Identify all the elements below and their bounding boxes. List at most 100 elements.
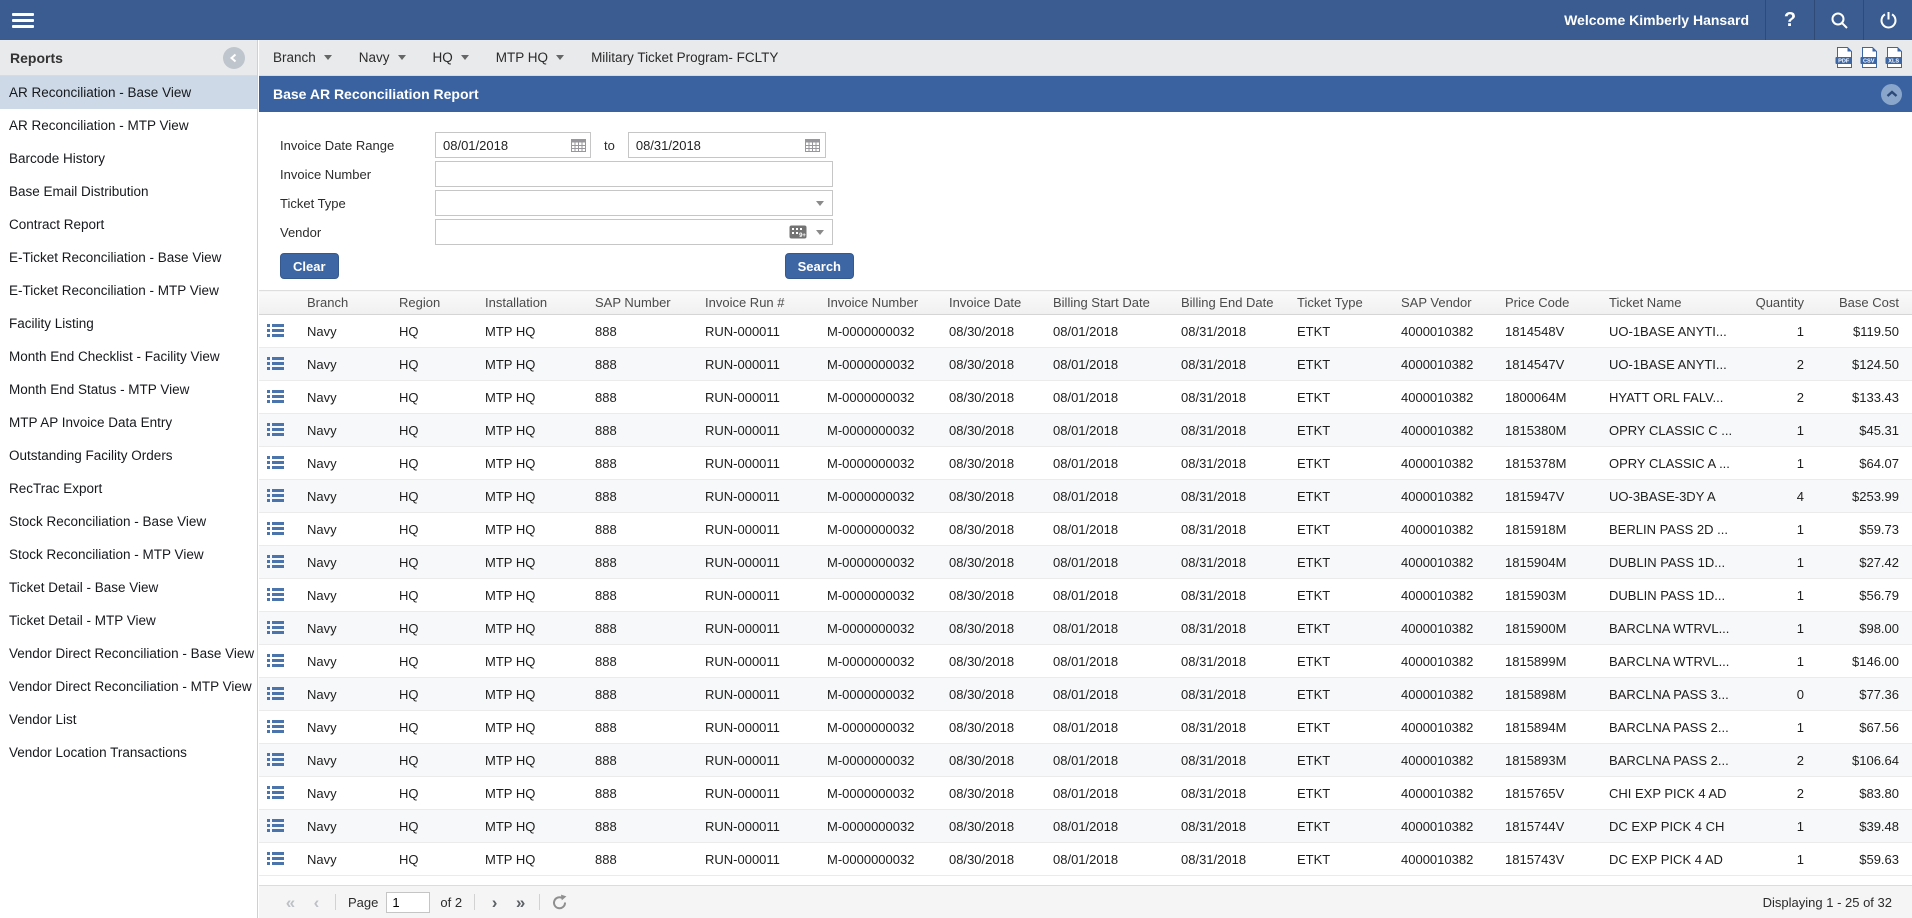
calendar-trigger[interactable] [801,133,825,157]
vendor-select[interactable]: 9+ [435,219,833,245]
invoice-date-from-input[interactable] [436,133,566,157]
row-menu-icon[interactable] [267,785,284,799]
row-menu-icon[interactable] [267,686,284,700]
table-row[interactable]: NavyHQMTP HQ888RUN-000011M-000000003208/… [259,810,1912,843]
ticket-type-select[interactable] [435,190,833,216]
sidebar-item[interactable]: Month End Status - MTP View [0,373,257,406]
sidebar-item[interactable]: Vendor Direct Reconciliation - Base View [0,637,257,670]
page-number-input[interactable] [386,892,430,913]
calendar-trigger[interactable] [566,133,590,157]
table-row[interactable]: NavyHQMTP HQ888RUN-000011M-000000003208/… [259,645,1912,678]
row-menu-icon[interactable] [267,554,284,568]
column-header[interactable]: Quantity [1733,291,1817,315]
search-button-form[interactable]: Search [785,253,854,279]
row-menu-icon[interactable] [267,323,284,337]
row-menu-icon[interactable] [267,356,284,370]
sidebar-item[interactable]: AR Reconciliation - Base View [0,76,257,109]
dropdown-trigger[interactable] [808,191,832,215]
clear-button[interactable]: Clear [280,253,339,279]
table-row[interactable]: NavyHQMTP HQ888RUN-000011M-000000003208/… [259,579,1912,612]
table-row[interactable]: NavyHQMTP HQ888RUN-000011M-000000003208/… [259,546,1912,579]
row-menu-icon[interactable] [267,653,284,667]
breadcrumb-item[interactable]: MTP HQ [496,50,564,65]
column-header[interactable]: SAP Vendor [1391,291,1495,315]
column-header[interactable]: Base Cost [1817,291,1912,315]
table-row[interactable]: NavyHQMTP HQ888RUN-000011M-000000003208/… [259,480,1912,513]
table-row[interactable]: NavyHQMTP HQ888RUN-000011M-000000003208/… [259,711,1912,744]
prev-page-button[interactable]: ‹ [303,894,329,911]
sidebar-item[interactable]: Stock Reconciliation - MTP View [0,538,257,571]
breadcrumb-item[interactable]: HQ [433,50,469,65]
sidebar-item[interactable]: Vendor List [0,703,257,736]
sidebar-item[interactable]: Vendor Direct Reconciliation - MTP View [0,670,257,703]
row-menu-icon[interactable] [267,587,284,601]
table-row[interactable]: NavyHQMTP HQ888RUN-000011M-000000003208/… [259,315,1912,348]
panel-collapse-button[interactable] [1881,84,1902,105]
csv-export-icon[interactable]: CSV [1860,47,1879,68]
table-row[interactable]: NavyHQMTP HQ888RUN-000011M-000000003208/… [259,678,1912,711]
row-menu-icon[interactable] [267,719,284,733]
invoice-date-to-input[interactable] [629,133,801,157]
column-header[interactable]: Invoice Number [817,291,939,315]
sidebar-item[interactable]: MTP AP Invoice Data Entry [0,406,257,439]
row-menu-icon[interactable] [267,488,284,502]
first-page-button[interactable]: « [277,894,303,911]
help-button[interactable]: ? [1766,0,1814,40]
invoice-number-input[interactable] [436,162,832,186]
column-header[interactable]: SAP Number [585,291,695,315]
column-header[interactable]: Invoice Date [939,291,1043,315]
column-header[interactable]: Region [389,291,475,315]
table-row[interactable]: NavyHQMTP HQ888RUN-000011M-000000003208/… [259,777,1912,810]
row-menu-icon[interactable] [267,455,284,469]
row-menu-icon[interactable] [267,851,284,865]
sidebar-item[interactable]: Outstanding Facility Orders [0,439,257,472]
row-menu-icon[interactable] [267,521,284,535]
row-menu-icon[interactable] [267,389,284,403]
column-header[interactable]: Billing End Date [1171,291,1287,315]
row-menu-icon[interactable] [267,620,284,634]
sidebar-item[interactable]: RecTrac Export [0,472,257,505]
row-menu-icon[interactable] [267,818,284,832]
sidebar-collapse-button[interactable] [223,47,245,69]
breadcrumb-item[interactable]: Navy [359,50,406,65]
row-menu-icon[interactable] [267,752,284,766]
sidebar-item[interactable]: E-Ticket Reconciliation - Base View [0,241,257,274]
table-row[interactable]: NavyHQMTP HQ888RUN-000011M-000000003208/… [259,744,1912,777]
sidebar-item[interactable]: Ticket Detail - MTP View [0,604,257,637]
table-row[interactable]: NavyHQMTP HQ888RUN-000011M-000000003208/… [259,447,1912,480]
dropdown-trigger[interactable] [808,220,832,244]
sidebar-item[interactable]: Month End Checklist - Facility View [0,340,257,373]
search-button[interactable] [1815,0,1863,40]
sidebar-item[interactable]: Ticket Detail - Base View [0,571,257,604]
table-row[interactable]: NavyHQMTP HQ888RUN-000011M-000000003208/… [259,381,1912,414]
column-header[interactable]: Ticket Type [1287,291,1391,315]
breadcrumb-item[interactable]: Branch [273,50,332,65]
hamburger-menu-icon[interactable] [12,10,34,31]
vendor-list-trigger[interactable]: 9+ [788,220,808,244]
sidebar-item[interactable]: Base Email Distribution [0,175,257,208]
column-header[interactable]: Price Code [1495,291,1599,315]
column-header[interactable]: Installation [475,291,585,315]
column-header[interactable]: Billing Start Date [1043,291,1171,315]
sidebar-item[interactable]: Contract Report [0,208,257,241]
table-row[interactable]: NavyHQMTP HQ888RUN-000011M-000000003208/… [259,348,1912,381]
table-row[interactable]: NavyHQMTP HQ888RUN-000011M-000000003208/… [259,414,1912,447]
table-row[interactable]: NavyHQMTP HQ888RUN-000011M-000000003208/… [259,612,1912,645]
column-header[interactable]: Invoice Run # [695,291,817,315]
last-page-button[interactable]: » [507,894,533,911]
xls-export-icon[interactable]: XLS [1885,47,1904,68]
sidebar-item[interactable]: Barcode History [0,142,257,175]
row-menu-icon[interactable] [267,422,284,436]
table-row[interactable]: NavyHQMTP HQ888RUN-000011M-000000003208/… [259,843,1912,876]
sidebar-item[interactable]: Vendor Location Transactions [0,736,257,769]
logout-button[interactable] [1864,0,1912,40]
refresh-button[interactable] [546,894,572,911]
column-header[interactable]: Ticket Name [1599,291,1733,315]
sidebar-item[interactable]: Facility Listing [0,307,257,340]
sidebar-item[interactable]: E-Ticket Reconciliation - MTP View [0,274,257,307]
sidebar-item[interactable]: Stock Reconciliation - Base View [0,505,257,538]
pdf-export-icon[interactable]: PDF [1835,47,1854,68]
next-page-button[interactable]: › [481,894,507,911]
sidebar-item[interactable]: AR Reconciliation - MTP View [0,109,257,142]
table-row[interactable]: NavyHQMTP HQ888RUN-000011M-000000003208/… [259,513,1912,546]
